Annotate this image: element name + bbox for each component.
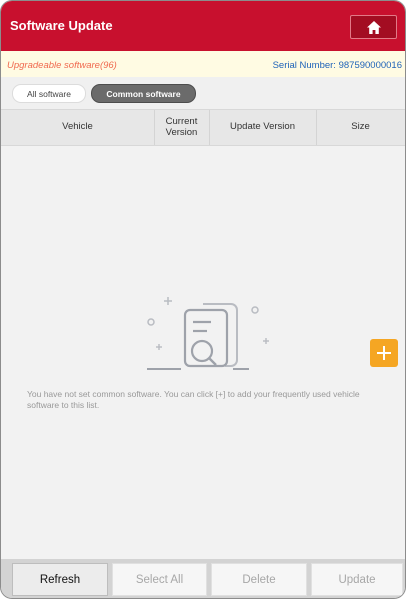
upgradeable-count: Upgradeable software(96) bbox=[7, 60, 117, 71]
column-header-vehicle: Vehicle bbox=[62, 121, 93, 133]
documents-search-icon bbox=[147, 297, 269, 370]
column-header-update-version: Update Version bbox=[230, 121, 295, 133]
software-tabs: All software Common software bbox=[1, 77, 405, 109]
empty-state-message: You have not set common software. You ca… bbox=[27, 389, 360, 410]
column-header-size: Size bbox=[351, 121, 370, 133]
update-button[interactable]: Update bbox=[311, 563, 403, 596]
bottom-toolbar: Refresh Select All Delete Update bbox=[1, 559, 405, 598]
refresh-button[interactable]: Refresh bbox=[12, 563, 108, 596]
info-bar: Upgradeable software(96) Serial Number: … bbox=[1, 51, 405, 77]
table-header: Vehicle Current Version Update Version S… bbox=[1, 109, 405, 146]
software-list: You have not set common software. You ca… bbox=[1, 146, 405, 559]
delete-button[interactable]: Delete bbox=[211, 563, 307, 596]
add-software-button[interactable] bbox=[370, 339, 398, 367]
serial-number-value: 987590000016 bbox=[338, 60, 402, 71]
serial-number-label: Serial Number: bbox=[272, 60, 336, 71]
tab-all-software[interactable]: All software bbox=[12, 84, 86, 103]
column-header-current-version: Current Version bbox=[165, 116, 198, 138]
app-window: Software Update Upgradeable software(96)… bbox=[0, 0, 406, 599]
select-all-button[interactable]: Select All bbox=[112, 563, 207, 596]
tab-common-software[interactable]: Common software bbox=[91, 84, 196, 103]
plus-icon bbox=[377, 346, 391, 360]
title-bar: Software Update bbox=[1, 1, 405, 51]
page-title: Software Update bbox=[10, 18, 113, 33]
home-icon bbox=[366, 20, 381, 34]
home-button[interactable] bbox=[350, 15, 397, 39]
serial-number: Serial Number: 987590000016 bbox=[273, 60, 402, 71]
